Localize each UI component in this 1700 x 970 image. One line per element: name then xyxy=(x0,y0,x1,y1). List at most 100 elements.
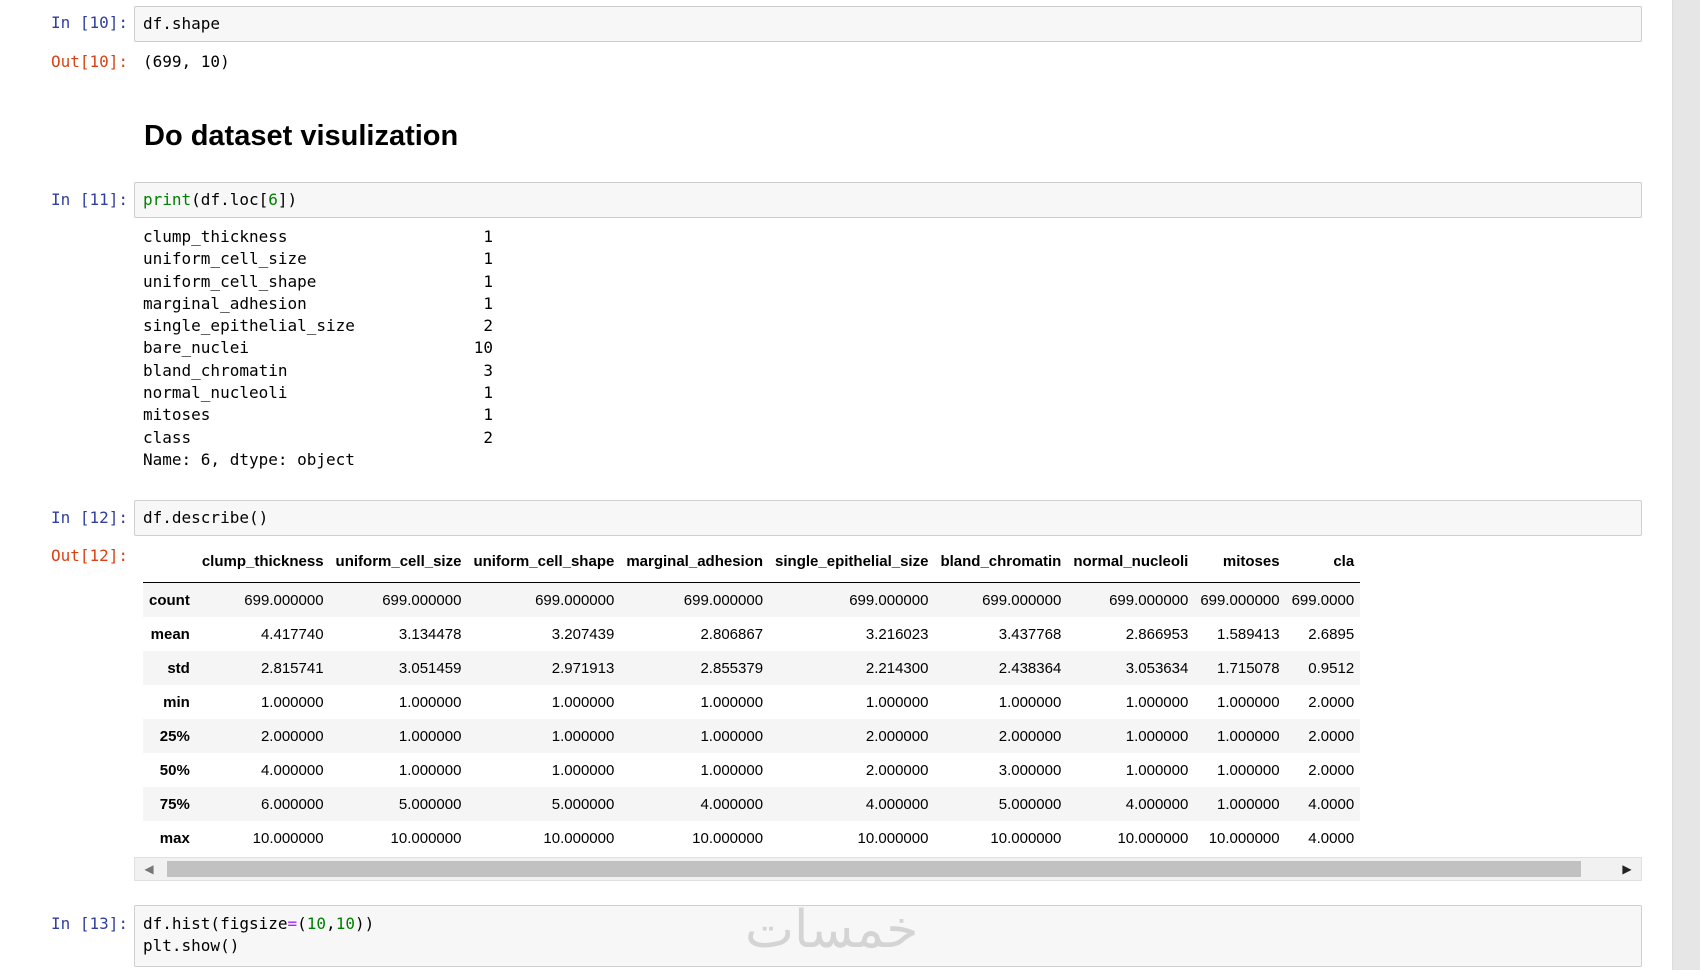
table-cell: 10.000000 xyxy=(390,829,462,847)
table-row: 25% 2.000000 1.000000 1.000000 1.000000 2.000… xyxy=(143,719,1361,753)
series-key: uniform_cell_shape xyxy=(143,271,317,291)
column-header: uniform_cell_size xyxy=(329,540,468,583)
table-row: mean 4.417740 3.134478 3.207439 2.806867 3.21… xyxy=(143,617,1360,651)
table-cell: 3.216023 xyxy=(865,625,929,643)
column-header: uniform_cell_shape xyxy=(467,540,621,583)
page-vertical-scrollbar[interactable] xyxy=(1672,0,1700,970)
series-key: single_epithelial_size xyxy=(143,316,355,336)
dataframe-output: clump_thickness uniform_cell_size uniform_… xyxy=(143,540,1643,850)
table-cell: 1.000000 xyxy=(1217,795,1280,813)
table-cell: 10.000000 xyxy=(543,829,615,847)
series-value: 2 xyxy=(483,427,493,447)
code-cell-11[interactable]: print(df.loc[6]) xyxy=(134,182,1642,218)
series-key: uniform_cell_size xyxy=(143,249,307,269)
code-token: 10 xyxy=(335,914,355,933)
code-token: , xyxy=(326,914,336,933)
table-cell: 1.000000 xyxy=(1125,693,1189,711)
table-cell: 4.000000 xyxy=(865,795,929,813)
table-row: 50% 4.000000 1.000000 1.000000 1.000000 2.000… xyxy=(143,753,1360,787)
table-row: std 2.815741 3.051459 2.971913 2.855379 2.214… xyxy=(143,651,1361,685)
table-cell: 10.000000 xyxy=(1117,829,1189,847)
table-cell: 1.000000 xyxy=(865,693,929,711)
table-cell: 4.000000 xyxy=(700,795,764,813)
series-row: bare_nuclei 10 xyxy=(143,337,493,359)
code-cell-12[interactable]: df.describe() xyxy=(134,500,1642,536)
table-cell: 1.589413 xyxy=(1217,625,1280,643)
series-value: 3 xyxy=(483,360,493,380)
code-num: 6 xyxy=(268,190,278,209)
in-prompt-11: In [11]: xyxy=(50,190,128,209)
table-cell: 699.000000 xyxy=(1109,591,1189,609)
table-cell: 1.000000 xyxy=(1125,761,1189,779)
table-cell: 1.000000 xyxy=(1217,693,1280,711)
table-cell: 2.806867 xyxy=(700,625,764,643)
series-value: 1 xyxy=(483,383,493,403)
code-fn: print xyxy=(143,190,192,209)
table-cell: 2.855379 xyxy=(700,659,764,677)
table-cell: 1.000000 xyxy=(551,761,615,779)
series-value: 10 xyxy=(473,338,493,358)
series-value: 1 xyxy=(483,227,493,246)
code-token: = xyxy=(287,914,298,933)
code-text: df.describe() xyxy=(143,508,269,527)
table-cell: 1.000000 xyxy=(551,693,615,711)
series-output-11: clump_thickness 1 uniform_cell_size 1 unifor… xyxy=(143,226,493,471)
table-cell: 1.000000 xyxy=(998,693,1062,711)
table-cell: 10.000000 xyxy=(252,829,324,847)
table-row: count 699.000000 699.000000 699.000000 699.0… xyxy=(143,582,1361,617)
code-token: 10 xyxy=(306,914,327,933)
table-cell: 2.0000 xyxy=(1308,693,1355,711)
column-header: mitoses xyxy=(1194,540,1286,583)
table-cell: 699.000000 xyxy=(244,591,324,609)
column-header: bland_chromatin xyxy=(934,540,1068,583)
series-footer: Name: 6, dtype: object xyxy=(143,449,355,469)
column-header: normal_nucleoli xyxy=(1067,540,1195,583)
table-cell: 10.000000 xyxy=(990,829,1062,847)
series-row: marginal_adhesion 1 xyxy=(143,293,493,315)
table-cell: 6.000000 xyxy=(260,795,324,813)
table-cell: 1.000000 xyxy=(551,727,615,745)
series-row: bland_chromatin 3 xyxy=(143,360,493,382)
markdown-heading: Do dataset visulization xyxy=(144,120,459,152)
series-value: 1 xyxy=(483,271,493,291)
table-cell: 5.000000 xyxy=(998,795,1062,813)
watermark-logo: خمسات xyxy=(745,900,919,960)
series-row: clump_thickness 1 xyxy=(143,226,493,248)
table-cell: 1.000000 xyxy=(700,693,764,711)
series-key: normal_nucleoli xyxy=(143,383,288,403)
scrollbar-thumb[interactable] xyxy=(167,861,1581,877)
scroll-right-icon[interactable]: ▶ xyxy=(1615,858,1639,880)
table-cell: 1.000000 xyxy=(398,761,462,779)
code-cell-10[interactable]: df.shape xyxy=(134,6,1642,42)
series-key: class xyxy=(143,427,192,447)
column-header: clump_thickness xyxy=(195,540,330,583)
out-prompt-10: Out[10]: xyxy=(50,52,128,71)
in-prompt-13: In [13]: xyxy=(50,914,128,933)
table-cell: 4.0000 xyxy=(1308,795,1355,813)
table-cell: 2.214300 xyxy=(865,659,929,677)
table-cell: 2.0000 xyxy=(1308,761,1355,779)
code-token: )) xyxy=(354,914,375,933)
table-cell: 3.437768 xyxy=(998,625,1062,643)
row-label: count xyxy=(149,591,190,609)
table-cell: 4.417740 xyxy=(260,625,324,643)
horizontal-scrollbar[interactable]: ◀ ▶ xyxy=(134,857,1642,881)
column-header: cla xyxy=(1285,540,1361,583)
notebook: In [10]: df.shape Out[10]: (699, 10) Do … xyxy=(0,0,1672,970)
series-key: bland_chromatin xyxy=(143,360,288,380)
row-label: 75% xyxy=(159,795,190,813)
out-prompt-12: Out[12]: xyxy=(50,546,128,565)
column-header: marginal_adhesion xyxy=(620,540,770,583)
row-label: 25% xyxy=(159,727,190,745)
table-corner xyxy=(143,540,196,583)
table-cell: 10.000000 xyxy=(857,829,929,847)
table-cell: 10.000000 xyxy=(692,829,764,847)
table-cell: 2.000000 xyxy=(260,727,324,745)
table-cell: 699.000000 xyxy=(382,591,462,609)
code-token: ( xyxy=(297,914,307,933)
series-key: bare_nuclei xyxy=(143,338,249,358)
table-row: min 1.000000 1.000000 1.000000 1.000000 1.000… xyxy=(143,685,1360,719)
table-cell: 699.000000 xyxy=(535,591,615,609)
series-value: 1 xyxy=(483,405,493,425)
scroll-left-icon[interactable]: ◀ xyxy=(137,858,161,880)
